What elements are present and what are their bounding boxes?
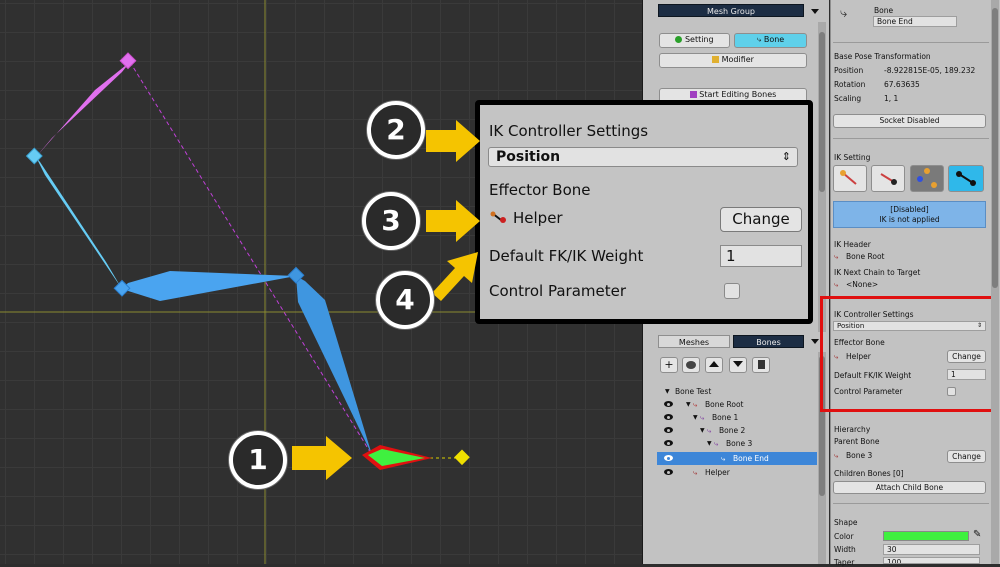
arrow-right-icon	[426, 120, 480, 162]
step-badge-4: 4	[376, 271, 434, 329]
arrow-right-icon	[292, 436, 352, 480]
step-badge-1: 1	[229, 431, 287, 489]
annotation-arrows-layer	[292, 120, 480, 480]
step-badge-2: 2	[367, 101, 425, 159]
arrow-right-icon	[426, 200, 480, 242]
step-badge-3: 3	[362, 192, 420, 250]
arrow-diagonal-icon	[432, 252, 478, 301]
